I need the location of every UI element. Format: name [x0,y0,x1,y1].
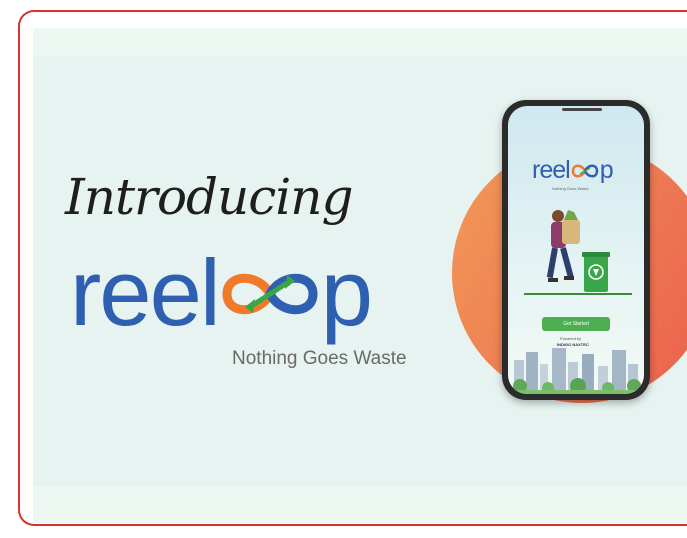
person-carrying-bag-illustration [546,210,610,292]
phone-mockup: reel p Nothing Goes Waste Get Started Po… [502,100,650,400]
infinity-loop-arrows-icon [222,273,318,315]
phone-tagline: Nothing Goes Waste [552,186,589,191]
phone-screen: reel p Nothing Goes Waste Get Started Po… [508,106,644,394]
powered-by-label: Powered by [560,336,582,341]
logo-text-right: p [320,240,373,345]
reeloop-logo: reel p [70,246,373,340]
ground-line [524,293,632,295]
infinity-loop-icon [571,164,598,178]
phone-logo-left: reel [532,156,571,184]
phone-logo: reel p [532,156,614,185]
introducing-text: Introducing [65,168,353,226]
phone-speaker [562,108,602,111]
get-started-button[interactable]: Get Started [542,317,610,331]
logo-text-left: reel [70,240,221,345]
tagline: Nothing Goes Waste [232,348,407,369]
phone-logo-right: p [599,156,614,184]
city-skyline-illustration [508,348,644,394]
